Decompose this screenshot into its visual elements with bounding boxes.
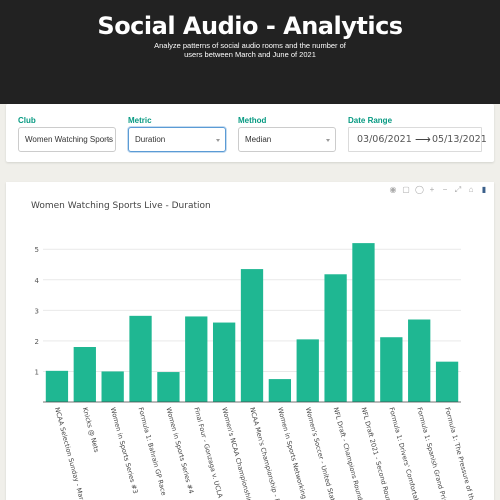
chart-bar[interactable] xyxy=(240,269,264,402)
club-dropdown[interactable]: Women Watching Sports xyxy=(18,127,116,152)
end-date-input[interactable]: 05/13/2021 xyxy=(432,134,487,145)
date-range-label: Date Range xyxy=(348,116,393,125)
header-band xyxy=(0,90,500,104)
chart-bar[interactable] xyxy=(157,372,180,402)
x-tick-label: Final Four - Gonzaga v. UCLA xyxy=(192,406,224,499)
club-label: Club xyxy=(18,116,36,125)
chart-bar[interactable] xyxy=(45,370,69,402)
chart-bar[interactable] xyxy=(101,371,124,402)
x-tick-label: Formula 1: Spanish Grand Prix xyxy=(415,406,448,500)
chart-bar[interactable] xyxy=(185,316,208,402)
chart-bar[interactable] xyxy=(73,347,96,402)
chevron-down-icon xyxy=(326,139,330,142)
app-header: Social Audio - Analytics Analyze pattern… xyxy=(0,0,500,90)
chart-bar[interactable] xyxy=(408,319,431,403)
method-label: Method xyxy=(238,116,267,125)
filter-panel: Club Women Watching Sports Metric Durati… xyxy=(6,104,494,162)
chevron-down-icon xyxy=(106,139,110,142)
method-dropdown[interactable]: Median xyxy=(238,127,336,152)
method-dropdown-value: Median xyxy=(245,135,272,144)
chart-bar[interactable] xyxy=(296,339,319,402)
x-tick-label: Women in Sports Networking #5 xyxy=(276,406,311,500)
x-tick-label: Women in Sports Series #3 xyxy=(109,406,140,494)
x-tick-label: Women's NCAA Championship xyxy=(220,406,253,500)
x-tick-label: NFL Draft 2021 - Second Round xyxy=(360,406,394,500)
metric-dropdown-value: Duration xyxy=(135,135,166,144)
chart-bar[interactable] xyxy=(129,315,152,402)
arrow-right-icon: ⟶ xyxy=(415,134,431,146)
y-tick-label: 4 xyxy=(35,277,40,285)
chart-bar[interactable] xyxy=(268,379,292,402)
x-tick-label: Formula 1: The Pressure of the P xyxy=(443,406,478,500)
page-title: Social Audio - Analytics xyxy=(97,12,403,40)
x-tick-label: Knicks @ Nets xyxy=(81,406,101,453)
chart-bar[interactable] xyxy=(324,274,347,402)
chart-bar[interactable] xyxy=(352,243,375,402)
y-tick-label: 2 xyxy=(35,338,39,346)
x-tick-label: Women's Soccer - United States xyxy=(304,406,339,500)
x-tick-label: Formula 1: Drivers' Comfortabili xyxy=(387,406,422,500)
chart-bar[interactable] xyxy=(435,361,459,402)
x-tick-label: NCAA Men's Championship - Ba xyxy=(248,406,282,500)
y-tick-label: 1 xyxy=(35,368,39,376)
y-tick-label: 5 xyxy=(35,246,39,254)
chevron-down-icon xyxy=(216,139,220,142)
metric-label: Metric xyxy=(128,116,152,125)
x-tick-label: NFL Draft - Champions Round AC xyxy=(332,406,368,500)
x-tick-label: Formula 1: Bahrain GP Race xyxy=(137,406,168,496)
bar-chart: 1 2 3 4 5 NCAA Selection Sunday - MarchKnicks… xyxy=(35,243,478,500)
chart-card: ◉ ▢ ◯ + − ⤢ ⌂ ▮ Women Watching Sports Li… xyxy=(6,182,494,500)
chart-bar[interactable] xyxy=(380,337,403,402)
x-tick-label: Women in Sports Series #4 xyxy=(164,406,195,494)
x-tick-label: NCAA Selection Sunday - March xyxy=(53,406,87,500)
y-tick-label: 3 xyxy=(35,307,39,315)
club-dropdown-value: Women Watching Sports xyxy=(25,135,114,144)
page-subtitle: Analyze patterns of social audio rooms a… xyxy=(154,41,346,59)
metric-dropdown[interactable]: Duration xyxy=(128,127,226,152)
chart-bar[interactable] xyxy=(212,322,236,402)
start-date-input[interactable]: 03/06/2021 xyxy=(357,134,412,145)
date-range-picker: 03/06/2021 ⟶ 05/13/2021 xyxy=(348,127,487,152)
